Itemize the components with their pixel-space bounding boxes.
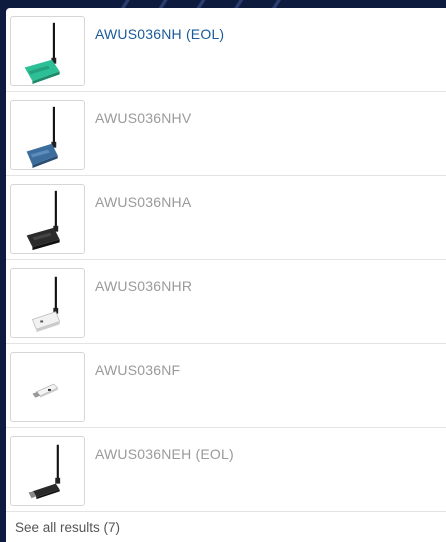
product-image-awus036nf [10,352,85,422]
see-all-results-link[interactable]: See all results (7) [15,520,120,535]
result-label[interactable]: AWUS036NHV [95,110,191,126]
result-label[interactable]: AWUS036NHR [95,278,192,294]
result-label[interactable]: AWUS036NHA [95,194,191,210]
result-item-awus036nhv[interactable]: AWUS036NHV [6,92,446,176]
result-label[interactable]: AWUS036NF [95,362,180,378]
result-label[interactable]: AWUS036NH (EOL) [95,26,224,42]
result-item-awus036nha[interactable]: AWUS036NHA [6,176,446,260]
result-item-awus036nhr[interactable]: AWUS036NHR [6,260,446,344]
product-image-awus036nha [10,184,85,254]
search-results-dropdown: AWUS036NH (EOL) AWUS036NHV AWUS036NHA AW… [6,8,446,542]
result-item-awus036neh[interactable]: AWUS036NEH (EOL) [6,428,446,512]
product-image-awus036nh [10,16,85,86]
product-image-awus036neh [10,436,85,506]
product-image-awus036nhv [10,100,85,170]
result-item-awus036nh[interactable]: AWUS036NH (EOL) [6,8,446,92]
product-image-awus036nhr [10,268,85,338]
result-label[interactable]: AWUS036NEH (EOL) [95,446,234,462]
result-item-awus036nf[interactable]: AWUS036NF [6,344,446,428]
